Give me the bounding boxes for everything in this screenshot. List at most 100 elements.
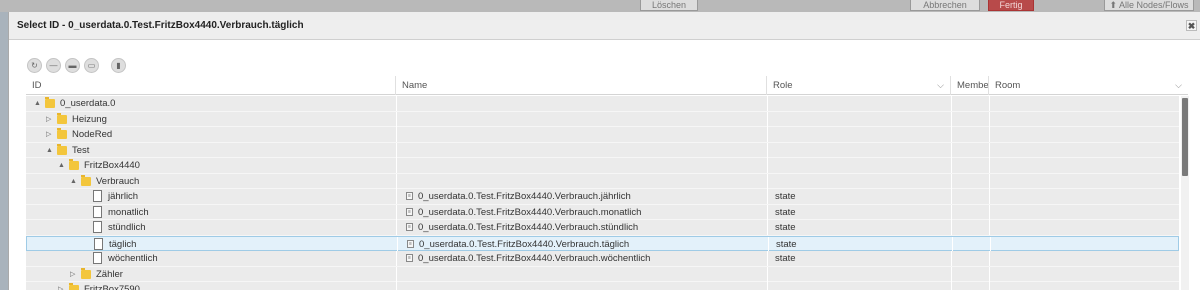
done-button[interactable]: Fertig xyxy=(988,0,1034,11)
column-divider xyxy=(989,251,990,266)
row-id-label: Verbrauch xyxy=(96,175,140,187)
row-id-label: täglich xyxy=(109,238,137,250)
row-name: 0_userdata.0.Test.FritzBox4440.Verbrauch… xyxy=(418,253,651,264)
column-divider xyxy=(951,251,952,266)
column-divider xyxy=(989,189,990,204)
row-id-label: jährlich xyxy=(108,191,139,202)
column-divider xyxy=(989,96,990,111)
collapse-arrow-icon[interactable]: ▲ xyxy=(58,158,65,173)
vertical-scrollbar[interactable] xyxy=(1181,96,1189,290)
document-icon xyxy=(93,221,102,233)
collapse-arrow-icon[interactable]: ▲ xyxy=(46,143,53,158)
expand-arrow-icon[interactable]: ▷ xyxy=(46,127,51,142)
expand-arrow-icon[interactable]: ▷ xyxy=(70,267,75,282)
table-row[interactable]: wöchentlich ≡ 0_userdata.0.Test.FritzBox44… xyxy=(26,251,1179,267)
table-row[interactable]: ▲ 0_userdata.0 xyxy=(26,96,1179,112)
table-row[interactable]: jährlich ≡ 0_userdata.0.Test.FritzBox4440.… xyxy=(26,189,1179,205)
column-header-name-label: Name xyxy=(402,80,428,91)
column-divider xyxy=(951,96,952,111)
column-divider xyxy=(951,282,952,290)
row-id-label: stündlich xyxy=(108,222,146,233)
column-divider xyxy=(990,236,991,252)
table-row[interactable]: ▷ Zähler xyxy=(26,266,1179,282)
row-role: state xyxy=(776,238,797,250)
chevron-down-icon[interactable]: ⌵ xyxy=(937,76,944,95)
table-row[interactable]: ▲ Test xyxy=(26,142,1179,158)
collapse-all-icon[interactable]: — xyxy=(46,58,61,73)
refresh-icon[interactable]: ↻ xyxy=(27,58,42,73)
collapse-arrow-icon[interactable]: ▲ xyxy=(34,96,41,111)
column-divider xyxy=(767,142,768,158)
folder-icon xyxy=(69,283,79,290)
table-row[interactable]: täglich ≡ 0_userdata.0.Test.FritzBox4440.V… xyxy=(26,235,1179,252)
column-divider xyxy=(767,189,768,204)
row-id-label: Heizung xyxy=(72,113,107,125)
column-divider xyxy=(767,204,768,220)
column-divider xyxy=(396,266,397,282)
document-icon xyxy=(93,190,102,202)
column-divider xyxy=(767,266,768,282)
column-divider xyxy=(989,282,990,290)
column-divider xyxy=(951,158,952,173)
column-divider xyxy=(396,96,397,111)
chevron-down-icon[interactable]: ⌵ xyxy=(1175,76,1182,95)
document-icon xyxy=(94,237,103,250)
row-role: state xyxy=(775,191,796,202)
row-role: state xyxy=(775,253,796,264)
column-divider xyxy=(767,282,768,290)
column-header-id[interactable]: ID xyxy=(26,76,396,95)
scrollbar-thumb[interactable] xyxy=(1182,98,1188,176)
collapse-arrow-icon[interactable]: ▲ xyxy=(70,174,77,189)
column-divider xyxy=(767,158,768,173)
row-id-label: FritzBox7590 xyxy=(84,284,140,290)
table-row[interactable]: stündlich ≡ 0_userdata.0.Test.FritzBox4440… xyxy=(26,220,1179,236)
folder-icon[interactable]: ▬ xyxy=(65,58,80,73)
expand-arrow-icon[interactable]: ▷ xyxy=(46,112,51,127)
column-divider xyxy=(767,111,768,127)
delete-button[interactable]: Löschen xyxy=(640,0,698,11)
column-header-members[interactable]: Membe xyxy=(951,76,989,95)
row-id-label: FritzBox4440 xyxy=(84,160,140,171)
table-row[interactable]: monatlich ≡ 0_userdata.0.Test.FritzBox4440… xyxy=(26,204,1179,220)
state-icon: ≡ xyxy=(406,254,413,262)
book-icon[interactable]: ▮ xyxy=(111,58,126,73)
table-row[interactable]: ▲ FritzBox4440 xyxy=(26,158,1179,174)
folder-icon xyxy=(69,159,79,170)
column-divider xyxy=(396,142,397,158)
table-row[interactable]: ▲ Verbrauch xyxy=(26,173,1179,189)
column-divider xyxy=(396,189,397,204)
folder-icon xyxy=(45,97,55,108)
row-role: state xyxy=(775,206,796,218)
table-row[interactable]: ▷ Heizung xyxy=(26,111,1179,127)
column-header-name[interactable]: Name xyxy=(396,76,767,95)
select-id-dialog: Select ID - 0_userdata.0.Test.FritzBox44… xyxy=(8,12,1200,290)
all-nodes-button[interactable]: ⬆ Alle Nodes/Flows xyxy=(1104,0,1194,11)
column-header-room[interactable]: Room ⌵ xyxy=(989,76,1188,95)
close-icon[interactable]: ✖ xyxy=(1186,20,1197,31)
column-header-role[interactable]: Role ⌵ xyxy=(767,76,951,95)
cancel-button[interactable]: Abbrechen xyxy=(910,0,980,11)
column-divider xyxy=(767,220,768,235)
column-divider xyxy=(989,142,990,158)
column-divider xyxy=(989,127,990,142)
table-row[interactable]: ▷ NodeRed xyxy=(26,127,1179,143)
row-id-label: monatlich xyxy=(108,206,149,218)
expand-arrow-icon[interactable]: ▷ xyxy=(58,282,63,290)
state-icon: ≡ xyxy=(406,192,413,200)
column-divider xyxy=(767,251,768,266)
background-toolbar: Löschen Abbrechen Fertig ⬆ Alle Nodes/Fl… xyxy=(0,0,1200,12)
column-divider xyxy=(767,127,768,142)
row-id-label: Test xyxy=(72,144,90,156)
folder-icon xyxy=(57,128,67,139)
folder-icon xyxy=(57,143,67,155)
row-name: 0_userdata.0.Test.FritzBox4440.Verbrauch… xyxy=(419,238,630,250)
column-header-id-label: ID xyxy=(32,80,42,91)
column-header-role-label: Role xyxy=(773,80,793,91)
table-row[interactable]: ▷ FritzBox7590 xyxy=(26,282,1179,290)
row-name: 0_userdata.0.Test.FritzBox4440.Verbrauch… xyxy=(418,191,631,202)
folder-open-icon[interactable]: ▭ xyxy=(84,58,99,73)
folder-icon xyxy=(81,174,91,186)
state-icon: ≡ xyxy=(406,207,413,216)
table-body: ▲ 0_userdata.0 ▷ Heizung ▷ NodeRed ▲ Test ▲ Fritz… xyxy=(26,96,1179,290)
row-name: 0_userdata.0.Test.FritzBox4440.Verbrauch… xyxy=(418,206,642,218)
